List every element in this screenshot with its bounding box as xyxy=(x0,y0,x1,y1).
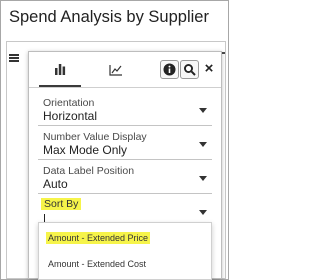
sort-option-label: Amount - Extended Price xyxy=(46,232,151,244)
orientation-value: Horizontal xyxy=(43,109,98,123)
sort-option-extended-cost[interactable]: Amount - Extended Cost xyxy=(39,252,211,278)
chevron-down-icon xyxy=(199,142,207,147)
chevron-down-icon xyxy=(199,108,207,113)
menu-icon[interactable] xyxy=(9,54,19,62)
data-label-position-value: Auto xyxy=(43,177,68,191)
sort-option-label: Amount - Extended Cost xyxy=(48,259,147,269)
close-button[interactable]: × xyxy=(201,61,217,77)
data-label-position-label: Data Label Position xyxy=(43,165,135,177)
window-frame: Spend Analysis by Supplier × Orientation… xyxy=(0,0,229,280)
bar-chart-icon xyxy=(55,63,66,75)
info-icon xyxy=(163,63,176,76)
number-value-display-label: Number Value Display xyxy=(43,131,147,143)
number-value-display-value: Max Mode Only xyxy=(43,143,128,157)
chevron-down-icon xyxy=(199,176,207,181)
zoom-icon xyxy=(184,64,196,76)
sort-by-label: Sort By xyxy=(41,198,82,210)
sort-option-extended-price[interactable]: Amount - Extended Price xyxy=(39,226,211,252)
page-title: Spend Analysis by Supplier xyxy=(9,8,209,26)
popup-toolbar: × xyxy=(29,52,221,87)
chevron-down-icon xyxy=(199,210,207,215)
toolbar-divider xyxy=(29,87,221,88)
orientation-label: Orientation xyxy=(43,97,95,109)
zoom-button[interactable] xyxy=(180,60,199,79)
tab-line-chart[interactable] xyxy=(95,52,137,87)
data-label-position-select[interactable]: Data Label Position Auto xyxy=(38,163,212,194)
sort-by-dropdown: Amount - Extended Price Amount - Extende… xyxy=(38,222,212,280)
line-chart-icon xyxy=(109,64,122,76)
tab-bar-chart[interactable] xyxy=(39,52,81,87)
number-value-display-select[interactable]: Number Value Display Max Mode Only xyxy=(38,129,212,160)
info-button[interactable] xyxy=(160,60,179,79)
chart-options-popup: × Orientation Horizontal Number Value Di… xyxy=(28,51,222,280)
orientation-select[interactable]: Orientation Horizontal xyxy=(38,95,212,126)
